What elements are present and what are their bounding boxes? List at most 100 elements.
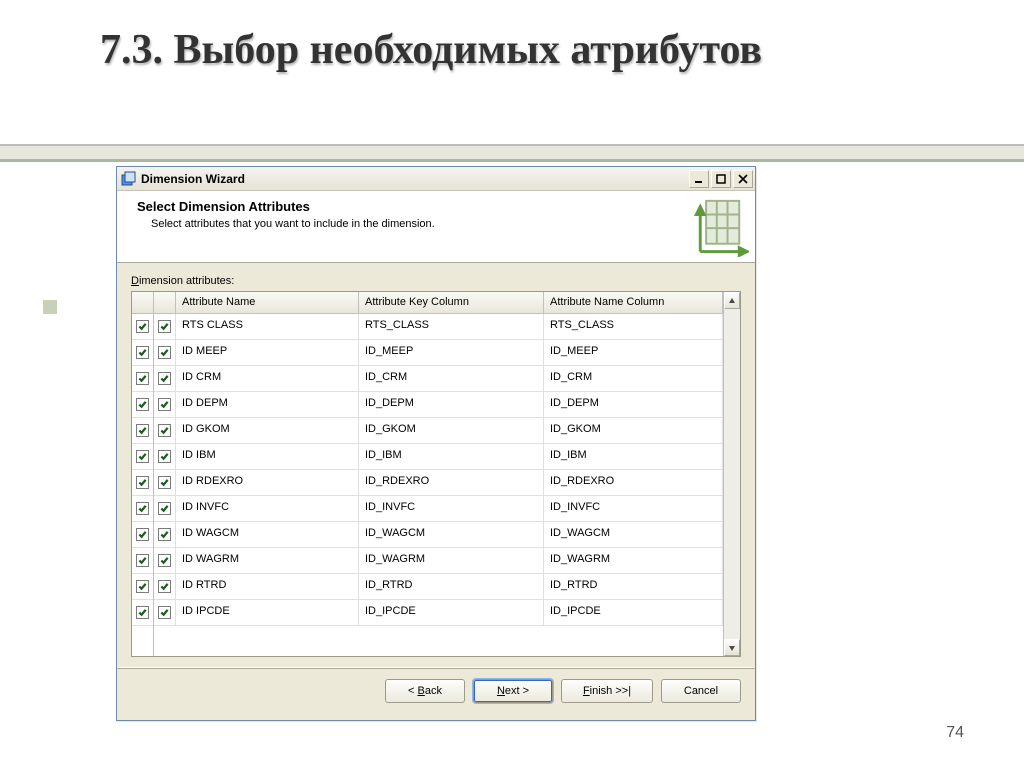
attribute-name-cell[interactable]: ID GKOM <box>176 418 359 443</box>
attribute-key-cell[interactable]: ID_RTRD <box>359 574 544 599</box>
next-button[interactable]: Next > <box>473 679 553 703</box>
row-include-checkbox[interactable] <box>132 340 153 366</box>
attribute-name-cell[interactable]: ID CRM <box>176 366 359 391</box>
row-include-checkbox[interactable] <box>132 392 153 418</box>
row-include-checkbox[interactable] <box>132 574 153 600</box>
column-header-name[interactable]: Attribute Name <box>176 292 359 314</box>
attribute-name-column-cell[interactable]: ID_IPCDE <box>544 600 723 625</box>
table-row[interactable]: ID DEPMID_DEPMID_DEPM <box>154 392 723 418</box>
dialog-header-subtitle: Select attributes that you want to inclu… <box>151 218 741 230</box>
table-row[interactable]: RTS CLASSRTS_CLASSRTS_CLASS <box>154 314 723 340</box>
attribute-name-cell[interactable]: ID MEEP <box>176 340 359 365</box>
attribute-name-cell[interactable]: ID IBM <box>176 444 359 469</box>
row-checkbox[interactable] <box>154 574 176 599</box>
table-row[interactable]: ID IBMID_IBMID_IBM <box>154 444 723 470</box>
attribute-key-cell[interactable]: RTS_CLASS <box>359 314 544 339</box>
dialog-footer: < Back Next > Finish >>| Cancel <box>117 669 755 713</box>
attribute-name-column-cell[interactable]: ID_WAGRM <box>544 548 723 573</box>
attribute-key-cell[interactable]: ID_IBM <box>359 444 544 469</box>
attribute-key-cell[interactable]: ID_INVFC <box>359 496 544 521</box>
grid-corner-cell[interactable] <box>132 292 153 314</box>
attribute-name-column-cell[interactable]: ID_CRM <box>544 366 723 391</box>
dialog-title: Dimension Wizard <box>141 172 687 186</box>
dialog-header: Select Dimension Attributes Select attri… <box>117 191 755 263</box>
row-checkbox[interactable] <box>154 314 176 339</box>
attribute-name-column-cell[interactable]: ID_DEPM <box>544 392 723 417</box>
column-header-key[interactable]: Attribute Key Column <box>359 292 544 314</box>
attribute-name-column-cell[interactable]: ID_IBM <box>544 444 723 469</box>
table-row[interactable]: ID GKOMID_GKOMID_GKOM <box>154 418 723 444</box>
scroll-track[interactable] <box>724 309 740 639</box>
table-row[interactable]: ID RDEXROID_RDEXROID_RDEXRO <box>154 470 723 496</box>
row-include-checkbox[interactable] <box>132 470 153 496</box>
attribute-name-cell[interactable]: ID INVFC <box>176 496 359 521</box>
row-include-checkbox[interactable] <box>132 522 153 548</box>
row-include-checkbox[interactable] <box>132 366 153 392</box>
maximize-button[interactable] <box>711 170 731 188</box>
row-checkbox[interactable] <box>154 470 176 495</box>
attribute-key-cell[interactable]: ID_DEPM <box>359 392 544 417</box>
attribute-name-column-cell[interactable]: ID_GKOM <box>544 418 723 443</box>
row-checkbox[interactable] <box>154 418 176 443</box>
row-include-checkbox[interactable] <box>132 444 153 470</box>
attribute-name-cell[interactable]: ID DEPM <box>176 392 359 417</box>
table-row[interactable]: ID MEEPID_MEEPID_MEEP <box>154 340 723 366</box>
table-row[interactable]: ID INVFCID_INVFCID_INVFC <box>154 496 723 522</box>
row-checkbox[interactable] <box>154 548 176 573</box>
dimension-attributes-label: Dimension attributes: <box>131 275 741 287</box>
attribute-key-cell[interactable]: ID_WAGCM <box>359 522 544 547</box>
attribute-name-column-cell[interactable]: ID_INVFC <box>544 496 723 521</box>
table-row[interactable]: ID WAGCMID_WAGCMID_WAGCM <box>154 522 723 548</box>
row-checkbox[interactable] <box>154 444 176 469</box>
slide-divider <box>0 144 1024 162</box>
grid-vertical-scrollbar[interactable] <box>723 292 740 656</box>
row-include-checkbox[interactable] <box>132 314 153 340</box>
minimize-button[interactable] <box>689 170 709 188</box>
attribute-key-cell[interactable]: ID_IPCDE <box>359 600 544 625</box>
table-row[interactable]: ID RTRDID_RTRDID_RTRD <box>154 574 723 600</box>
row-checkbox[interactable] <box>154 392 176 417</box>
attribute-name-column-cell[interactable]: ID_WAGCM <box>544 522 723 547</box>
attribute-key-cell[interactable]: ID_WAGRM <box>359 548 544 573</box>
row-include-checkbox[interactable] <box>132 600 153 626</box>
attribute-name-column-cell[interactable]: RTS_CLASS <box>544 314 723 339</box>
row-include-checkbox[interactable] <box>132 496 153 522</box>
attribute-name-cell[interactable]: RTS CLASS <box>176 314 359 339</box>
dialog-header-title: Select Dimension Attributes <box>137 199 741 214</box>
row-include-checkbox[interactable] <box>132 418 153 444</box>
attribute-name-cell[interactable]: ID RDEXRO <box>176 470 359 495</box>
scroll-up-button[interactable] <box>724 292 740 309</box>
attributes-grid: Attribute Name Attribute Key Column Attr… <box>131 291 741 657</box>
dialog-titlebar[interactable]: Dimension Wizard <box>117 167 755 191</box>
scroll-down-button[interactable] <box>724 639 740 656</box>
attribute-key-cell[interactable]: ID_CRM <box>359 366 544 391</box>
attribute-name-column-cell[interactable]: ID_RTRD <box>544 574 723 599</box>
row-include-checkbox[interactable] <box>132 548 153 574</box>
row-checkbox[interactable] <box>154 600 176 625</box>
attribute-name-cell[interactable]: ID WAGRM <box>176 548 359 573</box>
attribute-name-cell[interactable]: ID WAGCM <box>176 522 359 547</box>
back-button[interactable]: < Back <box>385 679 465 703</box>
dialog-body: Dimension attributes: Attribute Name Att… <box>117 263 755 667</box>
table-row[interactable]: ID CRMID_CRMID_CRM <box>154 366 723 392</box>
attribute-name-cell[interactable]: ID RTRD <box>176 574 359 599</box>
column-header-name-column[interactable]: Attribute Name Column <box>544 292 723 314</box>
row-checkbox[interactable] <box>154 496 176 521</box>
attribute-key-cell[interactable]: ID_MEEP <box>359 340 544 365</box>
row-checkbox[interactable] <box>154 366 176 391</box>
attribute-name-column-cell[interactable]: ID_RDEXRO <box>544 470 723 495</box>
cancel-button[interactable]: Cancel <box>661 679 741 703</box>
table-row[interactable]: ID WAGRMID_WAGRMID_WAGRM <box>154 548 723 574</box>
close-button[interactable] <box>733 170 753 188</box>
table-row[interactable]: ID IPCDEID_IPCDEID_IPCDE <box>154 600 723 626</box>
attribute-name-column-cell[interactable]: ID_MEEP <box>544 340 723 365</box>
finish-button[interactable]: Finish >>| <box>561 679 653 703</box>
dimension-graphic-icon <box>671 195 749 257</box>
attribute-name-cell[interactable]: ID IPCDE <box>176 600 359 625</box>
attribute-key-cell[interactable]: ID_GKOM <box>359 418 544 443</box>
row-checkbox[interactable] <box>154 340 176 365</box>
row-checkbox[interactable] <box>154 522 176 547</box>
wizard-icon <box>121 171 137 187</box>
attribute-key-cell[interactable]: ID_RDEXRO <box>359 470 544 495</box>
grid-checkbox-header[interactable] <box>154 292 176 314</box>
